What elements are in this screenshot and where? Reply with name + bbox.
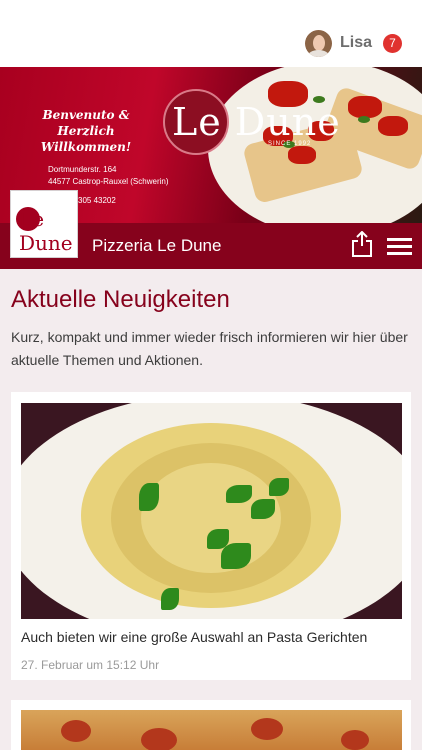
news-card[interactable] bbox=[11, 700, 411, 750]
top-bar: Lisa 7 bbox=[0, 0, 422, 67]
page-title: Pizzeria Le Dune bbox=[92, 236, 222, 255]
section-title: Aktuelle Neuigkeiten bbox=[11, 286, 230, 313]
brand-logo-text: Le Dune bbox=[172, 100, 341, 144]
hamburger-menu-icon[interactable] bbox=[387, 238, 412, 255]
post-title[interactable]: Auch bieten wir eine große Auswahl an Pa… bbox=[21, 629, 367, 645]
post-date: 27. Februar um 15:12 Uhr bbox=[21, 658, 160, 672]
share-icon[interactable] bbox=[351, 231, 373, 257]
pizza-image[interactable] bbox=[21, 710, 402, 750]
since-text: SINCE 1992 bbox=[268, 141, 312, 147]
avatar[interactable] bbox=[304, 29, 332, 57]
welcome-text: Benvenuto & Herzlich Willkommen! bbox=[40, 108, 132, 154]
user-name[interactable]: Lisa bbox=[340, 34, 372, 52]
phone-number: 305 43202 bbox=[78, 196, 116, 205]
address: Dortmunderstr. 164 44577 Castrop-Rauxel … bbox=[48, 165, 169, 186]
pasta-dish-image[interactable] bbox=[21, 403, 402, 619]
restaurant-logo: Le Dune bbox=[10, 190, 78, 258]
intro-text: Kurz, kompakt und immer wieder frisch in… bbox=[11, 329, 408, 368]
news-card[interactable]: Auch bieten wir eine große Auswahl an Pa… bbox=[11, 392, 411, 680]
notification-badge[interactable]: 7 bbox=[383, 33, 402, 53]
user-profile[interactable]: Lisa 7 bbox=[304, 28, 402, 58]
